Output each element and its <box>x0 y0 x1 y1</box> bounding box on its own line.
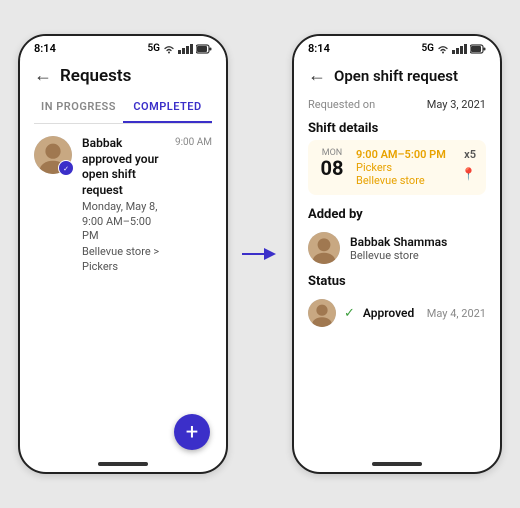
added-by-row: Babbak Shammas Bellevue store <box>294 226 500 270</box>
status-row: ✓ Approved May 4, 2021 <box>294 293 500 333</box>
shift-location: Bellevue store <box>356 174 451 187</box>
check-icon: ✓ <box>344 306 355 321</box>
notification-sub2: Bellevue store > Pickers <box>82 245 165 274</box>
tabs-1: IN PROGRESS COMPLETED <box>34 92 212 124</box>
status-bar-2: 8:14 5G <box>294 36 500 59</box>
home-bar-2 <box>372 462 422 466</box>
notification-time: 9:00 AM <box>175 137 212 148</box>
arrow-indicator <box>240 244 280 264</box>
requested-on-label: Requested on <box>308 98 375 111</box>
wifi-icon-1 <box>163 44 175 54</box>
detail-nav: ← Open shift request <box>294 59 500 92</box>
added-by-info: Babbak Shammas Bellevue store <box>350 235 447 262</box>
svg-text:✓: ✓ <box>63 165 69 173</box>
shift-info: 9:00 AM–5:00 PM Pickers Bellevue store <box>356 148 451 187</box>
avatar-badge: ✓ <box>58 160 74 176</box>
network-1: 5G <box>147 43 160 54</box>
notification-text: Babbak approved your open shift request … <box>82 136 165 274</box>
time-1: 8:14 <box>34 42 56 55</box>
signal-icon-2 <box>452 44 467 54</box>
avatar-face-svg-2 <box>308 232 340 264</box>
shift-role: Pickers <box>356 161 451 174</box>
fab-button[interactable]: + <box>174 414 210 450</box>
avatar-2 <box>308 232 340 264</box>
phone-2: 8:14 5G ← Open shift re <box>292 34 502 474</box>
avatar-face-svg-3 <box>308 299 336 327</box>
status-icons-1: 5G <box>147 43 212 54</box>
back-button-1[interactable]: ← <box>34 65 52 86</box>
badge-icon: ✓ <box>61 163 71 173</box>
back-button-2[interactable]: ← <box>308 65 326 86</box>
requested-on-value: May 3, 2021 <box>427 98 486 111</box>
added-by-name: Babbak Shammas <box>350 235 447 249</box>
status-text: Approved <box>363 306 419 320</box>
shift-right: x5 📍 <box>461 148 476 181</box>
home-bar-1 <box>98 462 148 466</box>
phone-1: 8:14 5G <box>18 34 228 474</box>
shift-time: 9:00 AM–5:00 PM <box>356 148 451 161</box>
added-by-title: Added by <box>294 203 500 226</box>
status-icons-2: 5G <box>421 43 486 54</box>
shift-day-num: 08 <box>321 158 344 178</box>
status-bar-1: 8:14 5G <box>20 36 226 59</box>
screen-content-2: ← Open shift request Requested on May 3,… <box>294 59 500 462</box>
requested-on-row: Requested on May 3, 2021 <box>294 92 500 117</box>
wifi-icon-2 <box>437 44 449 54</box>
avatar-3 <box>308 299 336 327</box>
notification-sub1: Monday, May 8, 9:00 AM–5:00 PM <box>82 200 165 243</box>
network-2: 5G <box>421 43 434 54</box>
battery-icon-1 <box>196 44 212 54</box>
battery-icon-2 <box>470 44 486 54</box>
time-2: 8:14 <box>308 42 330 55</box>
page-title-1: Requests <box>60 66 131 86</box>
transition-arrow <box>240 244 280 264</box>
screen-content-1: ← Requests IN PROGRESS COMPLETED <box>20 59 226 462</box>
status-section-title: Status <box>294 270 500 293</box>
page-title-2: Open shift request <box>334 67 458 85</box>
shift-details-title: Shift details <box>294 117 500 140</box>
notification-title: Babbak approved your open shift request <box>82 136 165 198</box>
tab-in-progress[interactable]: IN PROGRESS <box>34 92 123 123</box>
avatar-wrap: ✓ <box>34 136 72 174</box>
location-pin-icon: 📍 <box>461 167 476 181</box>
tab-completed[interactable]: COMPLETED <box>123 92 212 123</box>
signal-icon-1 <box>178 44 193 54</box>
added-by-store: Bellevue store <box>350 249 447 262</box>
shift-date: MON 08 <box>318 148 346 178</box>
status-date: May 4, 2021 <box>427 307 486 320</box>
shift-count: x5 <box>464 148 476 161</box>
nav-header-1: ← Requests <box>20 59 226 92</box>
notification-item[interactable]: ✓ Babbak approved your open shift reques… <box>20 124 226 286</box>
shift-card: MON 08 9:00 AM–5:00 PM Pickers Bellevue … <box>308 140 486 195</box>
